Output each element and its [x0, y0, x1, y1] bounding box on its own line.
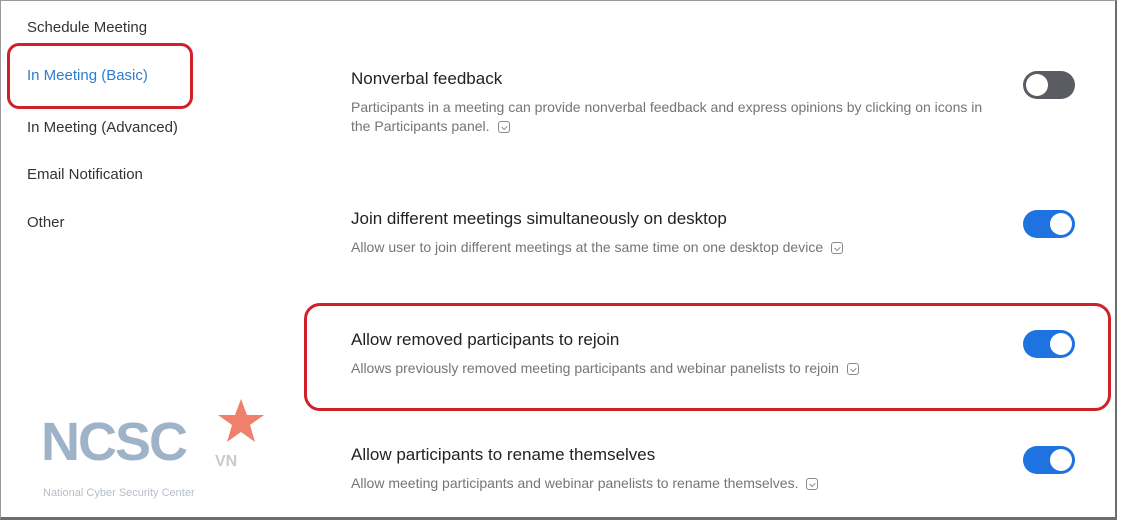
setting-title: Nonverbal feedback — [351, 69, 503, 88]
watermark-vn-text: VN — [215, 453, 238, 470]
setting-title: Join different meetings simultaneously o… — [351, 209, 727, 228]
sidebar-item-in-meeting-advanced[interactable]: In Meeting (Advanced) — [27, 119, 178, 136]
sidebar-item-in-meeting-basic[interactable]: In Meeting (Basic) — [27, 67, 148, 84]
watermark-logo-text: NCSC — [41, 412, 188, 472]
nonverbal-feedback-toggle[interactable] — [1023, 71, 1075, 99]
setting-allow-removed-rejoin: Allow removed participants to rejoin All… — [351, 330, 1091, 378]
setting-nonverbal-feedback: Nonverbal feedback Participants in a mee… — [351, 69, 1091, 136]
allow-rename-toggle[interactable] — [1023, 446, 1075, 474]
setting-allow-rename: Allow participants to rename themselves … — [351, 445, 1091, 493]
setting-description: Allows previously removed meeting partic… — [351, 359, 1051, 378]
join-different-meetings-toggle[interactable] — [1023, 210, 1075, 238]
sidebar-item-schedule-meeting[interactable]: Schedule Meeting — [27, 19, 147, 36]
info-icon[interactable] — [806, 478, 819, 490]
setting-description: Participants in a meeting can provide no… — [351, 99, 983, 134]
toggle-knob — [1050, 333, 1072, 355]
info-icon[interactable] — [846, 363, 859, 375]
settings-panel: Schedule Meeting In Meeting (Basic) In M… — [0, 0, 1117, 520]
ncsc-watermark-logo: NCSC VN National Cyber Security Center — [41, 399, 276, 511]
setting-title: Allow removed participants to rejoin — [351, 330, 620, 349]
watermark-subtitle: National Cyber Security Center — [43, 487, 195, 499]
sidebar-item-other[interactable]: Other — [27, 214, 65, 231]
star-icon — [218, 399, 264, 442]
setting-description: Allow meeting participants and webinar p… — [351, 474, 1051, 493]
setting-title: Allow participants to rename themselves — [351, 445, 656, 464]
allow-removed-rejoin-toggle[interactable] — [1023, 330, 1075, 358]
setting-join-different-meetings: Join different meetings simultaneously o… — [351, 209, 1091, 257]
toggle-knob — [1026, 74, 1048, 96]
toggle-knob — [1050, 449, 1072, 471]
toggle-knob — [1050, 213, 1072, 235]
sidebar-item-email-notification[interactable]: Email Notification — [27, 166, 143, 183]
setting-description: Allow user to join different meetings at… — [351, 238, 1051, 257]
info-icon[interactable] — [497, 121, 510, 133]
info-icon[interactable] — [831, 242, 844, 254]
